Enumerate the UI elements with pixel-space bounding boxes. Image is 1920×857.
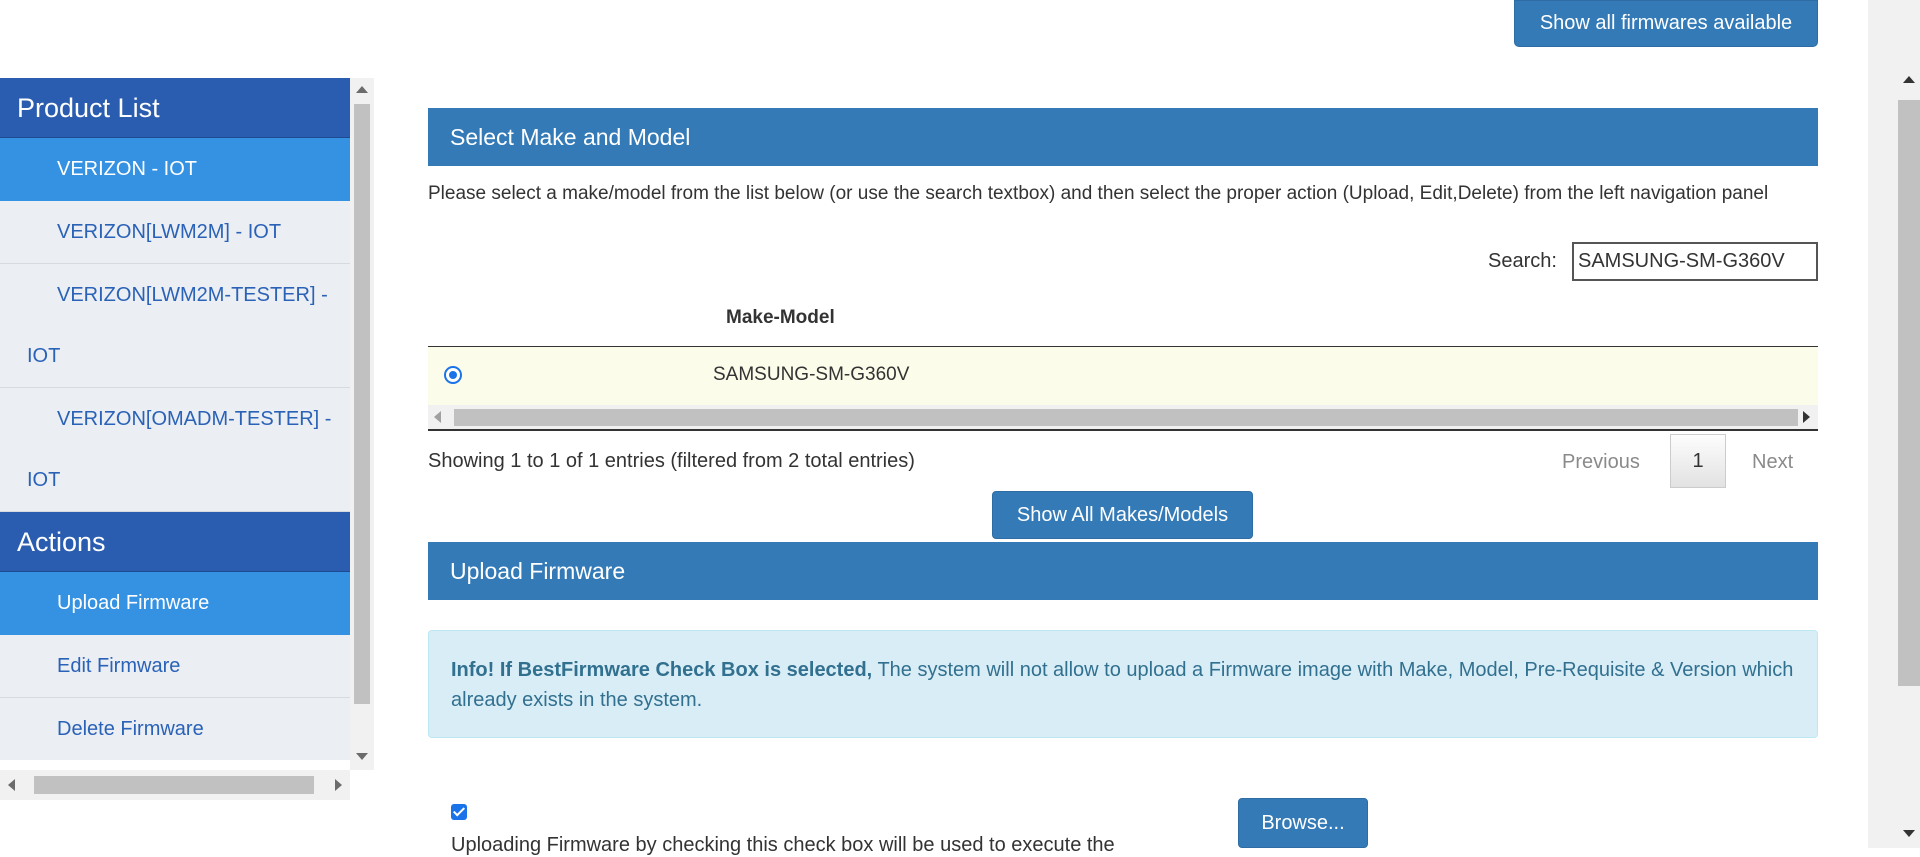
sidebar-horizontal-scrollbar[interactable] — [0, 770, 350, 800]
upload-firmware-header: Upload Firmware — [428, 542, 1818, 600]
sidebar-item-verizon-omadm-tester-iot[interactable]: VERIZON[OMADM-TESTER] - IOT — [0, 388, 350, 512]
browse-button[interactable]: Browse... — [1238, 798, 1368, 848]
sidebar-item-label-line2: IOT — [27, 469, 61, 491]
sidebar-item-verizon-lwm2m-tester-iot[interactable]: VERIZON[LWM2M-TESTER] - IOT — [0, 264, 350, 388]
scroll-left-arrow-icon[interactable] — [434, 411, 441, 423]
make-model-cell: SAMSUNG-SM-G360V — [713, 364, 910, 385]
sidebar-item-label: Upload Firmware — [57, 592, 210, 614]
sidebar-item-label: VERIZON[OMADM-TESTER] - — [57, 408, 332, 430]
show-all-firmwares-button[interactable]: Show all firmwares available — [1514, 0, 1818, 47]
scroll-down-arrow-icon[interactable] — [356, 753, 368, 760]
scroll-up-arrow-icon[interactable] — [1903, 76, 1915, 83]
sidebar-item-label: VERIZON - IOT — [57, 158, 197, 180]
show-all-makes-models-button[interactable]: Show All Makes/Models — [992, 491, 1253, 539]
scrollbar-thumb[interactable] — [454, 409, 1798, 426]
column-header-make-model[interactable]: Make-Model — [726, 307, 835, 329]
table-info-text: Showing 1 to 1 of 1 entries (filtered fr… — [428, 450, 915, 472]
sidebar-item-label-line2: IOT — [27, 345, 61, 367]
actions-header: Actions — [0, 512, 350, 572]
page-1-button[interactable]: 1 — [1670, 434, 1726, 488]
next-page-button[interactable]: Next — [1752, 451, 1793, 474]
sidebar-item-label: Delete Firmware — [57, 718, 204, 740]
sidebar-item-verizon-lwm2m-iot[interactable]: VERIZON[LWM2M] - IOT — [0, 201, 350, 264]
scrollbar-thumb[interactable] — [354, 104, 370, 704]
table-row[interactable]: SAMSUNG-SM-G360V — [428, 347, 1818, 405]
row-select-radio[interactable] — [444, 366, 462, 384]
select-make-model-header: Select Make and Model — [428, 108, 1818, 166]
best-firmware-checkbox[interactable] — [451, 804, 467, 820]
search-input[interactable] — [1572, 242, 1818, 281]
scroll-left-arrow-icon[interactable] — [8, 779, 15, 791]
scroll-up-arrow-icon[interactable] — [356, 86, 368, 93]
scroll-right-arrow-icon[interactable] — [335, 779, 342, 791]
scrollbar-thumb[interactable] — [1898, 100, 1920, 686]
search-label: Search: — [1488, 250, 1557, 272]
instructions-text: Please select a make/model from the list… — [428, 183, 1769, 204]
page-vertical-scrollbar[interactable] — [1868, 0, 1920, 848]
sidebar-item-upload-firmware[interactable]: Upload Firmware — [0, 572, 350, 635]
sidebar-item-label: Edit Firmware — [57, 655, 181, 677]
scrollbar-thumb[interactable] — [34, 776, 314, 794]
alert-bold-text: Info! If BestFirmware Check Box is selec… — [451, 659, 873, 681]
checkbox-note-text: Uploading Firmware by checking this chec… — [451, 834, 1115, 856]
table-horizontal-scrollbar[interactable] — [428, 405, 1818, 431]
scroll-right-arrow-icon[interactable] — [1803, 411, 1810, 423]
sidebar-item-delete-firmware[interactable]: Delete Firmware — [0, 698, 350, 760]
sidebar-item-label: VERIZON[LWM2M-TESTER] - — [57, 284, 328, 306]
sidebar-item-verizon-iot[interactable]: VERIZON - IOT — [0, 138, 350, 201]
sidebar: Product List VERIZON - IOT VERIZON[LWM2M… — [0, 78, 350, 760]
previous-page-button[interactable]: Previous — [1562, 451, 1640, 474]
product-list-header: Product List — [0, 78, 350, 138]
sidebar-item-label: VERIZON[LWM2M] - IOT — [57, 221, 282, 243]
scroll-down-arrow-icon[interactable] — [1903, 830, 1915, 837]
sidebar-item-edit-firmware[interactable]: Edit Firmware — [0, 635, 350, 698]
info-alert: Info! If BestFirmware Check Box is selec… — [428, 630, 1818, 738]
sidebar-vertical-scrollbar[interactable] — [350, 78, 374, 770]
table-header: Make-Model — [428, 296, 1818, 347]
